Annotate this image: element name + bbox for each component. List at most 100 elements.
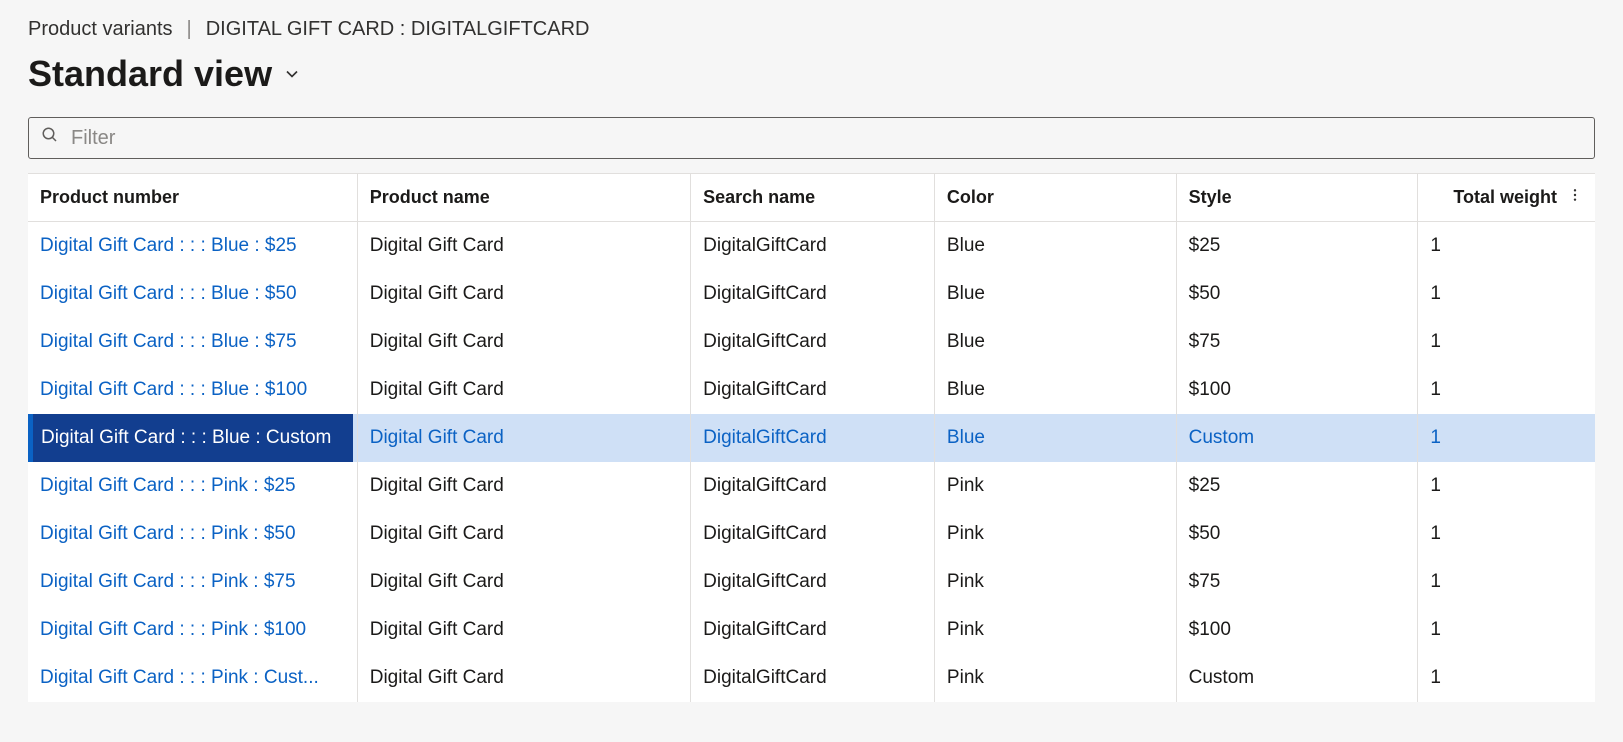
col-header-product-name[interactable]: Product name bbox=[357, 174, 690, 222]
grid-header-row: Product number Product name Search name … bbox=[28, 174, 1595, 222]
product-number-link[interactable]: Digital Gift Card : : : Blue : $50 bbox=[40, 283, 297, 304]
cell-product-name[interactable]: Digital Gift Card bbox=[357, 462, 690, 510]
cell-total-weight[interactable]: 1 bbox=[1418, 366, 1595, 414]
cell-style[interactable]: $100 bbox=[1176, 606, 1418, 654]
cell-search-name[interactable]: DigitalGiftCard bbox=[691, 414, 935, 462]
product-number-link[interactable]: Digital Gift Card : : : Blue : $25 bbox=[40, 235, 297, 256]
product-number-link[interactable]: Digital Gift Card : : : Blue : $100 bbox=[40, 379, 307, 400]
breadcrumb: Product variants | DIGITAL GIFT CARD : D… bbox=[28, 18, 1595, 41]
cell-style[interactable]: $25 bbox=[1176, 222, 1418, 270]
cell-total-weight[interactable]: 1 bbox=[1418, 606, 1595, 654]
cell-product-name[interactable]: Digital Gift Card bbox=[357, 318, 690, 366]
cell-color[interactable]: Pink bbox=[934, 654, 1176, 702]
cell-product-number[interactable]: Digital Gift Card : : : Pink : $75 bbox=[28, 558, 357, 606]
cell-color[interactable]: Pink bbox=[934, 510, 1176, 558]
table-row[interactable]: Digital Gift Card : : : Pink : $100 Digit… bbox=[28, 606, 1595, 654]
cell-color[interactable]: Pink bbox=[934, 606, 1176, 654]
col-header-color[interactable]: Color bbox=[934, 174, 1176, 222]
table-row[interactable]: Digital Gift Card : : : Blue : $75 Digita… bbox=[28, 318, 1595, 366]
cell-total-weight[interactable]: 1 bbox=[1418, 510, 1595, 558]
breadcrumb-current: DIGITAL GIFT CARD : DIGITALGIFTCARD bbox=[206, 18, 590, 41]
cell-search-name[interactable]: DigitalGiftCard bbox=[691, 222, 935, 270]
table-row[interactable]: Digital Gift Card : : : Blue : Custom Dig… bbox=[28, 414, 1595, 462]
cell-total-weight[interactable]: 1 bbox=[1418, 270, 1595, 318]
cell-color[interactable]: Blue bbox=[934, 366, 1176, 414]
col-header-style[interactable]: Style bbox=[1176, 174, 1418, 222]
cell-search-name[interactable]: DigitalGiftCard bbox=[691, 606, 935, 654]
cell-product-name[interactable]: Digital Gift Card bbox=[357, 270, 690, 318]
cell-style[interactable]: $50 bbox=[1176, 270, 1418, 318]
cell-search-name[interactable]: DigitalGiftCard bbox=[691, 654, 935, 702]
cell-color[interactable]: Blue bbox=[934, 222, 1176, 270]
breadcrumb-section[interactable]: Product variants bbox=[28, 18, 173, 41]
cell-style[interactable]: $25 bbox=[1176, 462, 1418, 510]
cell-product-number[interactable]: Digital Gift Card : : : Pink : Cust... bbox=[28, 654, 357, 702]
cell-product-number[interactable]: Digital Gift Card : : : Blue : $50 bbox=[28, 270, 357, 318]
chevron-down-icon[interactable] bbox=[282, 64, 302, 84]
cell-color[interactable]: Blue bbox=[934, 414, 1176, 462]
col-header-total-weight-label: Total weight bbox=[1430, 187, 1557, 208]
view-title-label: Standard view bbox=[28, 53, 272, 95]
cell-product-name[interactable]: Digital Gift Card bbox=[357, 654, 690, 702]
col-header-total-weight[interactable]: Total weight bbox=[1418, 174, 1595, 222]
cell-style[interactable]: $75 bbox=[1176, 318, 1418, 366]
cell-product-name[interactable]: Digital Gift Card bbox=[357, 510, 690, 558]
col-header-product-number[interactable]: Product number bbox=[28, 174, 357, 222]
product-number-link[interactable]: Digital Gift Card : : : Pink : $25 bbox=[40, 475, 296, 496]
table-row[interactable]: Digital Gift Card : : : Pink : Cust... Di… bbox=[28, 654, 1595, 702]
search-icon bbox=[41, 126, 59, 150]
cell-product-number[interactable]: Digital Gift Card : : : Pink : $50 bbox=[28, 510, 357, 558]
cell-search-name[interactable]: DigitalGiftCard bbox=[691, 558, 935, 606]
view-switcher[interactable]: Standard view bbox=[28, 53, 1595, 95]
cell-style[interactable]: $50 bbox=[1176, 510, 1418, 558]
cell-color[interactable]: Blue bbox=[934, 270, 1176, 318]
cell-product-number[interactable]: Digital Gift Card : : : Pink : $100 bbox=[28, 606, 357, 654]
product-number-link[interactable]: Digital Gift Card : : : Pink : $50 bbox=[40, 523, 296, 544]
product-number-link[interactable]: Digital Gift Card : : : Blue : $75 bbox=[40, 331, 297, 352]
cell-product-number[interactable]: Digital Gift Card : : : Blue : $75 bbox=[28, 318, 357, 366]
cell-color[interactable]: Blue bbox=[934, 318, 1176, 366]
table-row[interactable]: Digital Gift Card : : : Pink : $50 Digita… bbox=[28, 510, 1595, 558]
cell-style[interactable]: Custom bbox=[1176, 654, 1418, 702]
cell-style[interactable]: Custom bbox=[1176, 414, 1418, 462]
cell-total-weight[interactable]: 1 bbox=[1418, 558, 1595, 606]
cell-total-weight[interactable]: 1 bbox=[1418, 414, 1595, 462]
cell-total-weight[interactable]: 1 bbox=[1418, 654, 1595, 702]
cell-search-name[interactable]: DigitalGiftCard bbox=[691, 510, 935, 558]
cell-product-number[interactable]: Digital Gift Card : : : Blue : $25 bbox=[28, 222, 357, 270]
cell-search-name[interactable]: DigitalGiftCard bbox=[691, 462, 935, 510]
cell-product-name[interactable]: Digital Gift Card bbox=[357, 558, 690, 606]
cell-product-name[interactable]: Digital Gift Card bbox=[357, 606, 690, 654]
cell-product-number[interactable]: Digital Gift Card : : : Blue : Custom bbox=[28, 414, 357, 462]
table-row[interactable]: Digital Gift Card : : : Blue : $25 Digita… bbox=[28, 222, 1595, 270]
cell-product-name[interactable]: Digital Gift Card bbox=[357, 366, 690, 414]
variants-grid: Product number Product name Search name … bbox=[28, 173, 1595, 702]
more-vertical-icon[interactable] bbox=[1567, 186, 1583, 209]
cell-style[interactable]: $100 bbox=[1176, 366, 1418, 414]
cell-color[interactable]: Pink bbox=[934, 462, 1176, 510]
table-row[interactable]: Digital Gift Card : : : Pink : $75 Digita… bbox=[28, 558, 1595, 606]
cell-color[interactable]: Pink bbox=[934, 558, 1176, 606]
table-row[interactable]: Digital Gift Card : : : Blue : $50 Digita… bbox=[28, 270, 1595, 318]
product-number-link[interactable]: Digital Gift Card : : : Pink : Cust... bbox=[40, 667, 319, 688]
cell-product-name[interactable]: Digital Gift Card bbox=[357, 222, 690, 270]
cell-product-number[interactable]: Digital Gift Card : : : Pink : $25 bbox=[28, 462, 357, 510]
col-header-search-name[interactable]: Search name bbox=[691, 174, 935, 222]
cell-search-name[interactable]: DigitalGiftCard bbox=[691, 318, 935, 366]
cell-product-number[interactable]: Digital Gift Card : : : Blue : $100 bbox=[28, 366, 357, 414]
filter-input[interactable] bbox=[69, 126, 1582, 151]
table-row[interactable]: Digital Gift Card : : : Pink : $25 Digita… bbox=[28, 462, 1595, 510]
product-number-link[interactable]: Digital Gift Card : : : Pink : $100 bbox=[40, 619, 306, 640]
cell-search-name[interactable]: DigitalGiftCard bbox=[691, 270, 935, 318]
cell-style[interactable]: $75 bbox=[1176, 558, 1418, 606]
product-number-link[interactable]: Digital Gift Card : : : Pink : $75 bbox=[40, 571, 296, 592]
cell-total-weight[interactable]: 1 bbox=[1418, 462, 1595, 510]
filter-box[interactable] bbox=[28, 117, 1595, 159]
cell-total-weight[interactable]: 1 bbox=[1418, 222, 1595, 270]
cell-total-weight[interactable]: 1 bbox=[1418, 318, 1595, 366]
cell-search-name[interactable]: DigitalGiftCard bbox=[691, 366, 935, 414]
product-number-link[interactable]: Digital Gift Card : : : Blue : Custom bbox=[41, 427, 331, 449]
table-row[interactable]: Digital Gift Card : : : Blue : $100 Digit… bbox=[28, 366, 1595, 414]
breadcrumb-separator: | bbox=[187, 18, 192, 41]
cell-product-name[interactable]: Digital Gift Card bbox=[357, 414, 690, 462]
